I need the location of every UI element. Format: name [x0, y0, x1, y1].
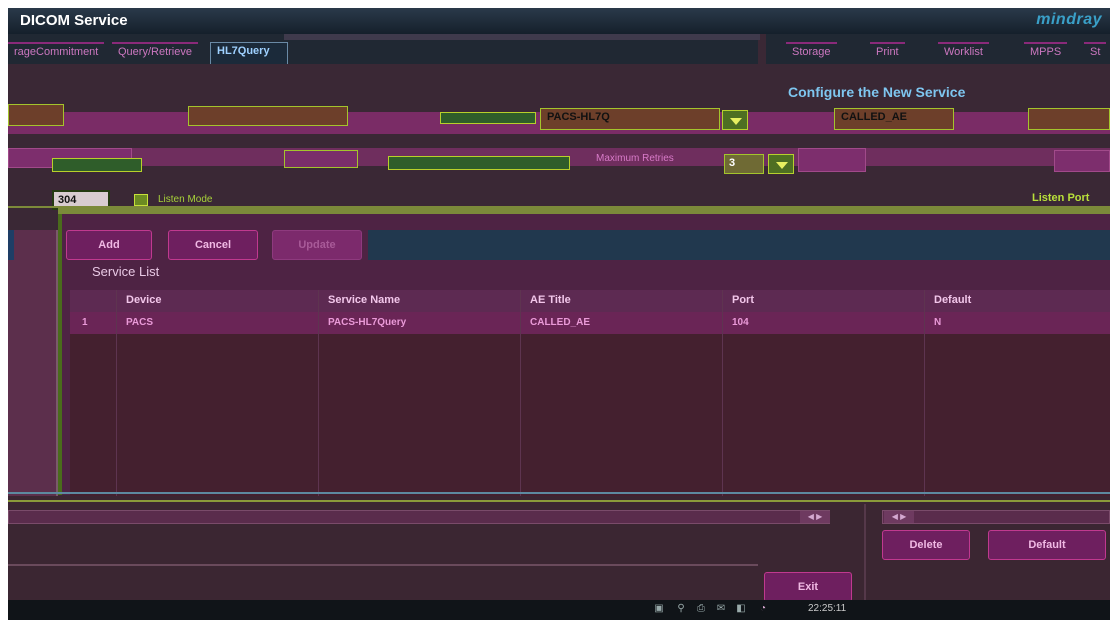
- service-list-label: Service List: [92, 264, 160, 279]
- add-button[interactable]: Add: [66, 230, 152, 260]
- mail-icon: ✉: [716, 603, 726, 614]
- progress-icon: ◔: [759, 603, 767, 614]
- glitch-line: [8, 500, 1110, 502]
- interval-field[interactable]: [798, 148, 866, 172]
- table-header: Device Service Name AE Title Port Defaul…: [70, 290, 1110, 312]
- tab-query-retrieve[interactable]: Query/Retrieve: [112, 42, 198, 64]
- glitch-line: [8, 492, 1110, 494]
- default-button[interactable]: Default: [988, 530, 1106, 560]
- column-divider: [116, 290, 117, 496]
- col-service-name: Service Name: [328, 294, 401, 306]
- bottom-rule: [8, 564, 758, 566]
- printer-icon: ⎙: [697, 603, 705, 614]
- column-divider: [924, 290, 925, 496]
- tab-worklist[interactable]: Worklist: [938, 42, 989, 64]
- listen-mode-checkbox[interactable]: [134, 194, 148, 206]
- scroll-arrows-icon[interactable]: ◀ ▶: [800, 511, 830, 523]
- cell-port: 104: [732, 317, 749, 328]
- cell-device: PACS: [126, 317, 154, 328]
- column-divider: [722, 290, 723, 496]
- taskbar: ▣ ⚲ ⎙ ✉ ◧ ◔ 22:25:11: [8, 600, 1110, 620]
- delete-button[interactable]: Delete: [882, 530, 970, 560]
- brand-logo: mindray: [1036, 11, 1102, 28]
- port-field[interactable]: [1028, 108, 1110, 130]
- title-bar: DICOM Service mindray: [8, 8, 1110, 34]
- col-device: Device: [126, 294, 162, 306]
- col-port: Port: [732, 294, 754, 306]
- timeout-bar: [52, 158, 142, 172]
- configure-title: Configure the New Service: [788, 84, 966, 100]
- ae-title-input[interactable]: CALLED_AE: [834, 108, 954, 130]
- max-retries-dropdown-icon[interactable]: [768, 154, 794, 174]
- tab-storage[interactable]: Storage: [786, 42, 837, 64]
- col-ae-title: AE Title: [530, 294, 571, 306]
- col-default: Default: [934, 294, 972, 306]
- cell-ae-title: CALLED_AE: [530, 317, 591, 328]
- window-title: DICOM Service: [20, 12, 128, 29]
- left-marker: [8, 230, 14, 260]
- tab-hl7query[interactable]: HL7Query: [210, 42, 288, 64]
- listen-mode-label: Listen Mode: [158, 194, 213, 205]
- tab-strip-line: [284, 34, 760, 40]
- cancel-button[interactable]: Cancel: [168, 230, 258, 260]
- cell-service-name: PACS-HL7Query: [328, 317, 407, 328]
- column-divider: [520, 290, 521, 496]
- timeout-spin[interactable]: [284, 150, 358, 168]
- scroll-arrows-icon[interactable]: ◀ ▶: [884, 511, 914, 523]
- update-button[interactable]: Update: [272, 230, 362, 260]
- cell-index: 1: [82, 317, 88, 328]
- service-name-input[interactable]: PACS-HL7Q: [540, 108, 720, 130]
- device-dropdown-field[interactable]: [188, 106, 348, 126]
- interval-spin[interactable]: [1054, 150, 1110, 172]
- storage-icon: ◧: [736, 603, 746, 614]
- horizontal-scrollbar-right[interactable]: [882, 510, 1110, 524]
- column-divider: [318, 290, 319, 496]
- tab-print[interactable]: Print: [870, 42, 905, 64]
- tab-mpps[interactable]: MPPS: [1024, 42, 1068, 64]
- panel-top-bar: [58, 207, 1110, 214]
- usb-icon: ⚲: [677, 603, 685, 614]
- left-gutter: [8, 230, 58, 496]
- tab-strip-right: Storage Print Worklist MPPS St: [766, 34, 1110, 64]
- dicom-service-window: DICOM Service mindray rageCommitment Que…: [8, 8, 1110, 620]
- timeout-unit-bar: [388, 156, 570, 170]
- table-row[interactable]: 1 PACS PACS-HL7Query CALLED_AE 104 N: [70, 312, 1110, 334]
- service-name-label-area: [440, 112, 536, 124]
- service-dropdown-icon[interactable]: [722, 110, 748, 130]
- tab-storage-commitment[interactable]: rageCommitment: [8, 42, 105, 64]
- max-retries-label: Maximum Retries: [596, 153, 674, 164]
- horizontal-scrollbar-left[interactable]: [8, 510, 830, 524]
- max-retries-input[interactable]: 3: [724, 154, 764, 174]
- device-field[interactable]: [8, 104, 64, 126]
- network-icon: ▣: [654, 603, 664, 614]
- tab-st[interactable]: St: [1084, 42, 1107, 64]
- button-bar-bg: [368, 230, 1110, 260]
- clock: 22:25:11: [808, 603, 847, 614]
- service-list-table: Device Service Name AE Title Port Defaul…: [70, 290, 1110, 496]
- cell-default: N: [934, 317, 942, 328]
- listen-port-label: Listen Port: [1032, 192, 1090, 204]
- bottom-divider: [864, 504, 866, 600]
- exit-button[interactable]: Exit: [764, 572, 852, 602]
